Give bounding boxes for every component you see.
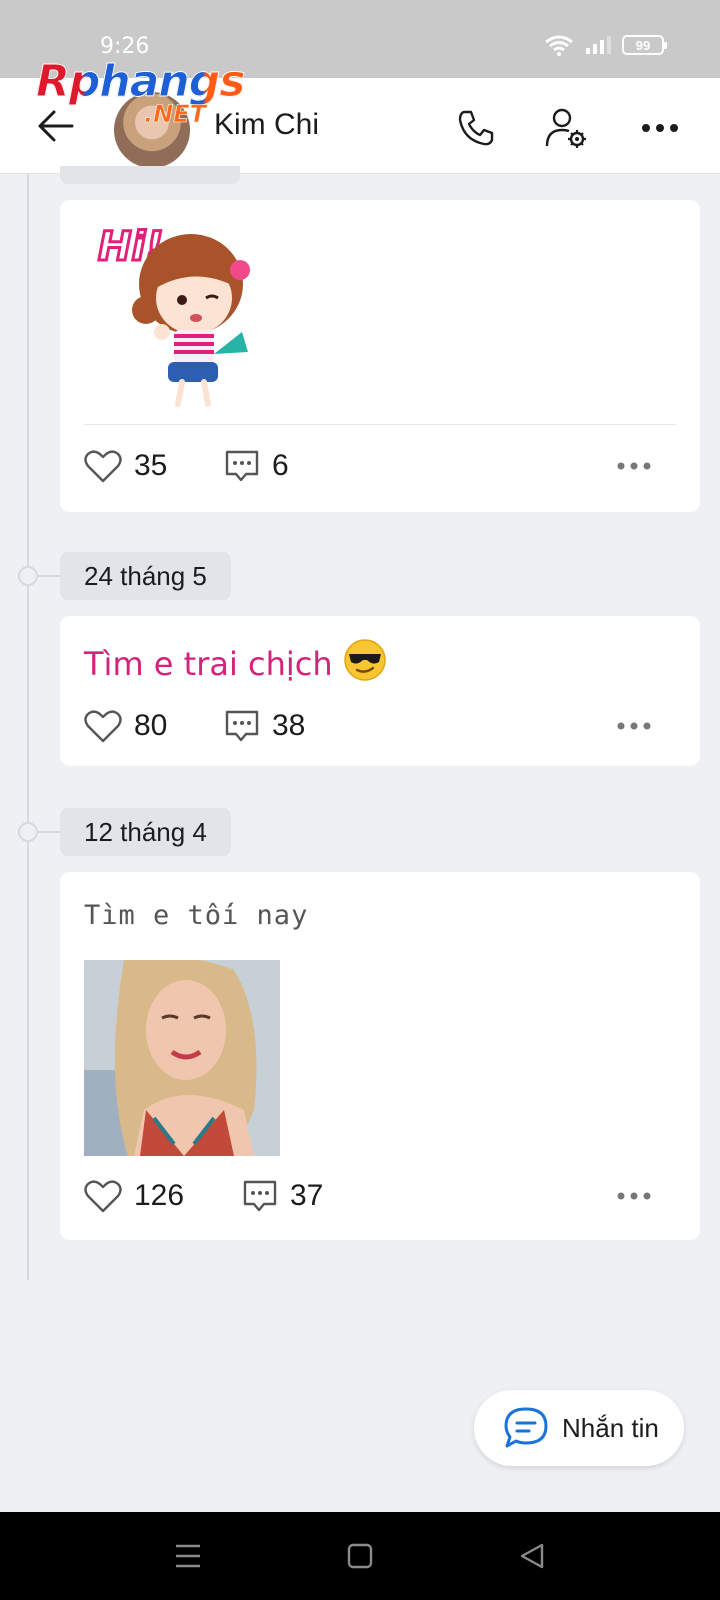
sunglasses-emoji-icon [343, 638, 387, 690]
phone-icon [458, 110, 494, 146]
like-button[interactable]: 35 [84, 449, 224, 483]
date-chip: 12 tháng 4 [60, 808, 231, 856]
like-count: 35 [134, 449, 168, 482]
post-text: Tìm e tối nay [84, 900, 309, 931]
more-button[interactable] [634, 102, 686, 154]
back-icon [520, 1543, 544, 1569]
post-more-button[interactable] [608, 1174, 660, 1218]
heart-icon [84, 450, 122, 483]
signal-icon [586, 36, 611, 54]
comment-count: 37 [290, 1179, 324, 1212]
like-count: 80 [134, 709, 168, 742]
battery-level: 99 [635, 37, 651, 53]
watermark-logo: Rphangs .NET [35, 56, 256, 146]
watermark-main: Rphangs [35, 56, 245, 108]
battery-icon: 99 [622, 35, 667, 55]
more-icon [642, 124, 678, 132]
post-card[interactable]: Hi! 35 6 [60, 200, 700, 512]
post-stats: 80 38 [84, 704, 676, 748]
timeline-dot [18, 566, 38, 586]
post-stats: 35 6 [84, 444, 676, 488]
post-photo[interactable] [84, 960, 280, 1156]
message-button-label: Nhắn tin [562, 1412, 659, 1443]
card-divider [84, 424, 676, 425]
user-settings-button[interactable] [540, 102, 592, 154]
date-chip: 24 tháng 5 [60, 552, 231, 600]
wifi-icon [545, 35, 573, 56]
user-settings-icon [545, 108, 586, 148]
post-card[interactable]: Tìm e trai chịch 80 38 [60, 616, 700, 766]
post-more-button[interactable] [608, 444, 660, 488]
more-icon [617, 722, 651, 730]
nav-menu-button[interactable] [166, 1534, 210, 1578]
home-icon [347, 1543, 373, 1569]
comment-icon [225, 710, 259, 742]
comment-count: 38 [272, 709, 306, 742]
timeline-connector [38, 831, 60, 833]
post-text-content: Tìm e trai chịch [84, 645, 333, 683]
timeline-line [27, 174, 29, 1280]
comment-button[interactable]: 6 [224, 448, 289, 484]
message-button[interactable]: Nhắn tin [474, 1390, 684, 1466]
heart-icon [84, 710, 122, 743]
more-icon [617, 462, 651, 470]
like-count: 126 [134, 1179, 185, 1212]
nav-home-button[interactable] [338, 1534, 382, 1578]
like-button[interactable]: 126 [84, 1179, 242, 1213]
post-text: Tìm e trai chịch [84, 638, 387, 690]
heart-icon [84, 1180, 122, 1213]
system-nav-bar [0, 1512, 720, 1600]
timeline-connector [38, 575, 60, 577]
call-button[interactable] [450, 102, 502, 154]
like-button[interactable]: 80 [84, 709, 224, 743]
post-stats: 126 37 [84, 1174, 676, 1218]
sticker: Hi! [96, 214, 256, 410]
nav-back-button[interactable] [510, 1534, 554, 1578]
date-chip-partial [60, 166, 240, 184]
timeline-dot [18, 822, 38, 842]
comment-button[interactable]: 38 [224, 708, 305, 744]
chat-bubble-icon [504, 1407, 548, 1448]
post-card[interactable]: Tìm e tối nay 126 37 [60, 872, 700, 1240]
watermark-sub: .NET [144, 100, 207, 129]
status-icons: 99 [544, 34, 667, 56]
comment-icon [225, 450, 259, 482]
comment-count: 6 [272, 449, 289, 482]
comment-icon [243, 1180, 277, 1212]
more-icon [617, 1192, 651, 1200]
post-more-button[interactable] [608, 704, 660, 748]
menu-icon [176, 1544, 200, 1568]
comment-button[interactable]: 37 [242, 1178, 323, 1214]
